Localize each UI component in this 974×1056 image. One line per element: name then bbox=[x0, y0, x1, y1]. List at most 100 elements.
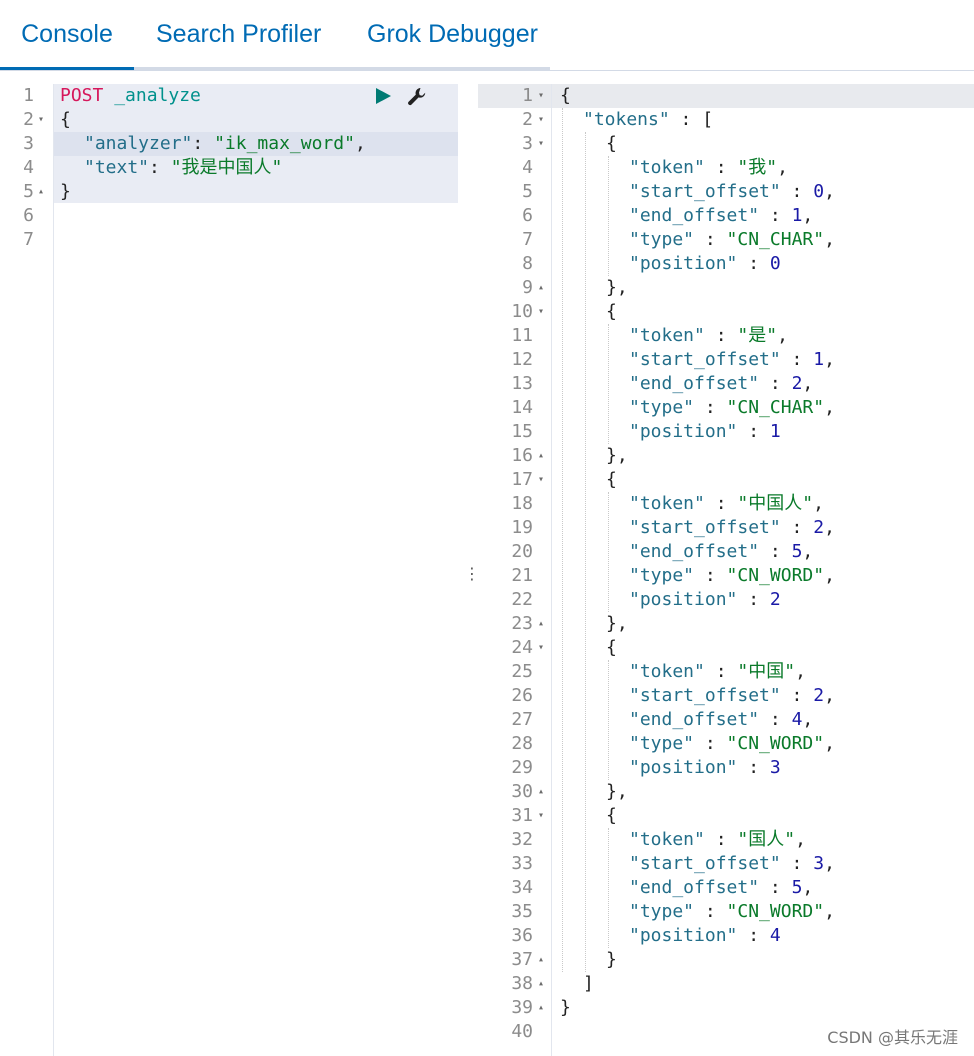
response-token: 5 bbox=[791, 541, 803, 562]
response-line-number: 18 bbox=[511, 493, 533, 514]
response-token: "token" bbox=[629, 325, 705, 346]
wrench-icon[interactable] bbox=[406, 86, 428, 108]
request-line-number: 1 bbox=[23, 85, 34, 106]
response-token: "start_offset" bbox=[629, 181, 781, 202]
request-line-number: 5 bbox=[23, 181, 34, 202]
response-punctuation: : bbox=[759, 877, 792, 898]
play-icon[interactable] bbox=[373, 86, 393, 106]
response-punctuation: : bbox=[737, 589, 770, 610]
response-line-number: 1 bbox=[522, 85, 533, 106]
response-line: } bbox=[606, 948, 617, 972]
tab-console-label: Console bbox=[21, 20, 113, 48]
fold-expand-icon[interactable]: ▴ bbox=[538, 444, 544, 468]
response-line: "start_offset" : 2, bbox=[629, 516, 835, 540]
request-text-key: "text" bbox=[84, 157, 150, 178]
response-token: "token" bbox=[629, 661, 705, 682]
response-line-number: 6 bbox=[522, 205, 533, 226]
response-line-number: 32 bbox=[511, 829, 533, 850]
tab-search-profiler-label: Search Profiler bbox=[156, 20, 322, 48]
request-line-5: } bbox=[60, 180, 71, 204]
response-punctuation: { bbox=[606, 805, 617, 826]
response-punctuation: , bbox=[824, 685, 835, 706]
response-line: "token" : "我", bbox=[629, 156, 788, 180]
response-punctuation: { bbox=[606, 133, 617, 154]
response-line: "type" : "CN_WORD", bbox=[629, 900, 835, 924]
response-token: 4 bbox=[769, 925, 781, 946]
response-line: { bbox=[606, 804, 617, 828]
fold-collapse-icon[interactable]: ▾ bbox=[538, 300, 544, 324]
response-token: "是" bbox=[737, 325, 778, 346]
tab-search-profiler[interactable]: Search Profiler bbox=[156, 0, 321, 70]
request-line-1: POST _analyze bbox=[60, 84, 201, 108]
request-editor[interactable]: 1 2 ▾ 3 4 5 ▴ 6 7 POST _analyze { "analyzer": "i… bbox=[0, 84, 460, 1056]
response-punctuation: : bbox=[759, 373, 792, 394]
response-line-number: 14 bbox=[511, 397, 533, 418]
response-punctuation: , bbox=[777, 157, 788, 178]
response-token: "token" bbox=[629, 157, 705, 178]
fold-expand-icon[interactable]: ▴ bbox=[538, 948, 544, 972]
response-token: "type" bbox=[629, 733, 695, 754]
response-token: "CN_CHAR" bbox=[726, 229, 825, 250]
response-line: "start_offset" : 3, bbox=[629, 852, 835, 876]
response-punctuation: }, bbox=[606, 781, 628, 802]
fold-collapse-icon[interactable]: ▾ bbox=[538, 636, 544, 660]
response-editor[interactable]: 1 ▾ 2 ▾ 3 ▾ 4 5 6 7 8 9 ▴ 10 ▾ 11 12 13 14 15 16 ▴ 17 ▾ 18 19 20 21… bbox=[478, 84, 974, 1056]
response-punctuation: , bbox=[802, 541, 814, 562]
response-punctuation: : bbox=[780, 853, 814, 874]
response-line: "start_offset" : 0, bbox=[629, 180, 835, 204]
response-punctuation: }, bbox=[606, 277, 628, 298]
response-line: "position" : 1 bbox=[629, 420, 781, 444]
response-token: "CN_WORD" bbox=[726, 565, 825, 586]
response-token: "start_offset" bbox=[629, 349, 781, 370]
fold-collapse-icon[interactable]: ▾ bbox=[538, 468, 544, 492]
response-line: "end_offset" : 1, bbox=[629, 204, 813, 228]
response-line: "token" : "中国人", bbox=[629, 492, 824, 516]
fold-expand-icon[interactable]: ▴ bbox=[538, 972, 544, 996]
response-token: 3 bbox=[769, 757, 781, 778]
indent-guide bbox=[608, 156, 609, 276]
fold-expand-icon[interactable]: ▴ bbox=[38, 180, 44, 204]
response-line-number: 10 bbox=[511, 301, 533, 322]
response-token: "position" bbox=[629, 421, 738, 442]
indent-guide bbox=[608, 492, 609, 612]
response-punctuation: ] bbox=[583, 973, 594, 994]
fold-collapse-icon[interactable]: ▾ bbox=[538, 804, 544, 828]
response-token: 4 bbox=[791, 709, 803, 730]
watermark: CSDN @其乐无涯 bbox=[827, 1028, 958, 1047]
response-punctuation: : bbox=[780, 685, 814, 706]
response-line-number: 28 bbox=[511, 733, 533, 754]
fold-expand-icon[interactable]: ▴ bbox=[538, 996, 544, 1020]
response-line-number: 31 bbox=[511, 805, 533, 826]
response-line: { bbox=[606, 300, 617, 324]
response-line-number: 8 bbox=[522, 253, 533, 274]
fold-collapse-icon[interactable]: ▾ bbox=[538, 84, 544, 108]
response-punctuation: , bbox=[824, 733, 835, 754]
response-token: 2 bbox=[813, 517, 825, 538]
request-analyzer-value: "ik_max_word" bbox=[214, 133, 355, 154]
fold-collapse-icon[interactable]: ▾ bbox=[538, 108, 544, 132]
fold-expand-icon[interactable]: ▴ bbox=[538, 612, 544, 636]
response-line: "token" : "国人", bbox=[629, 828, 806, 852]
tab-grok-debugger[interactable]: Grok Debugger bbox=[367, 0, 538, 70]
response-token: 2 bbox=[791, 373, 803, 394]
response-line: { bbox=[606, 132, 617, 156]
response-token: 5 bbox=[791, 877, 803, 898]
response-line-number: 36 bbox=[511, 925, 533, 946]
response-token: 1 bbox=[813, 349, 825, 370]
response-punctuation: : [ bbox=[669, 109, 714, 130]
response-punctuation: , bbox=[824, 853, 835, 874]
fold-collapse-icon[interactable]: ▾ bbox=[538, 132, 544, 156]
response-punctuation: } bbox=[560, 997, 571, 1018]
response-token: 2 bbox=[769, 589, 781, 610]
request-line-number: 2 bbox=[23, 109, 34, 130]
indent-guide bbox=[608, 324, 609, 444]
tab-console[interactable]: Console bbox=[0, 0, 134, 70]
response-token: "type" bbox=[629, 229, 695, 250]
fold-expand-icon[interactable]: ▴ bbox=[538, 276, 544, 300]
fold-collapse-icon[interactable]: ▾ bbox=[38, 108, 44, 132]
response-token: "position" bbox=[629, 253, 738, 274]
response-line: }, bbox=[606, 444, 628, 468]
fold-expand-icon[interactable]: ▴ bbox=[538, 780, 544, 804]
response-token: "end_offset" bbox=[629, 205, 760, 226]
response-token: "position" bbox=[629, 925, 738, 946]
